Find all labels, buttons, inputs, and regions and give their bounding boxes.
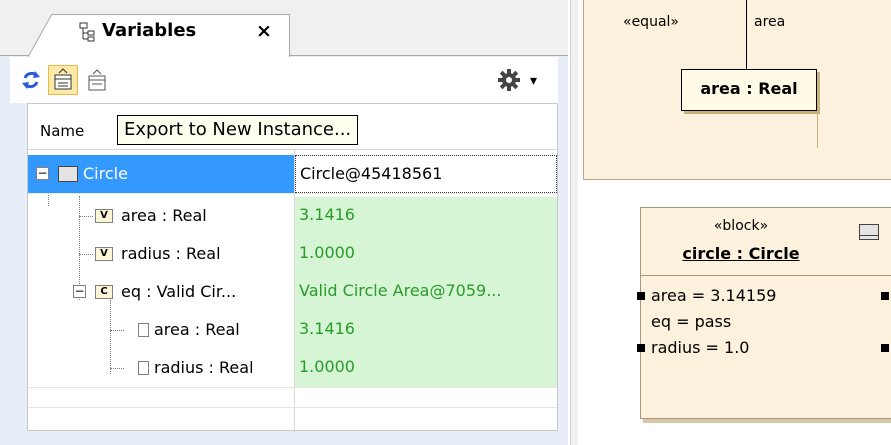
block-icon bbox=[58, 166, 78, 182]
slot-eq[interactable]: eq = pass bbox=[651, 312, 731, 331]
table-row[interactable]: radius : Real 1.0000 bbox=[28, 349, 557, 387]
tab-edge bbox=[28, 14, 53, 57]
variables-table: Name Export to New Instance... − Circle … bbox=[27, 103, 558, 432]
gear-icon[interactable] bbox=[494, 65, 524, 95]
block-icon bbox=[859, 224, 879, 240]
row-value: Circle@45418561 bbox=[295, 155, 557, 193]
connector-stereotype: «equal» bbox=[623, 14, 679, 30]
table-header: Name Export to New Instance... bbox=[28, 104, 557, 150]
export-icon[interactable] bbox=[82, 65, 112, 95]
row-value: 3.1416 bbox=[295, 311, 557, 349]
connector-label: area bbox=[754, 14, 786, 30]
row-name: area : Real bbox=[121, 206, 207, 225]
refresh-icon[interactable] bbox=[16, 65, 46, 95]
collapse-icon[interactable]: − bbox=[73, 285, 86, 298]
table-row[interactable]: − Circle Circle@45418561 bbox=[28, 155, 557, 193]
row-name: area : Real bbox=[154, 320, 240, 339]
part-area[interactable]: area : Real bbox=[681, 69, 817, 111]
tab-strip: Variables × bbox=[0, 0, 568, 57]
constraint-parameter-icon bbox=[138, 323, 149, 337]
tooltip: Export to New Instance... bbox=[117, 115, 359, 145]
row-value: 3.1416 bbox=[295, 197, 557, 235]
panel-splitter[interactable] bbox=[570, 0, 578, 445]
table-row[interactable]: V radius : Real 1.0000 bbox=[28, 235, 557, 273]
port[interactable] bbox=[881, 344, 889, 352]
block-stereotype: «block» bbox=[713, 218, 769, 234]
toolbar: ▾ bbox=[10, 57, 558, 103]
port[interactable] bbox=[881, 292, 889, 300]
row-name: eq : Valid Cir... bbox=[121, 282, 237, 301]
row-divider bbox=[28, 407, 557, 408]
close-icon[interactable]: × bbox=[256, 21, 272, 41]
port[interactable] bbox=[637, 344, 645, 352]
constraint-parameter-icon bbox=[138, 361, 149, 375]
column-header-name[interactable]: Name bbox=[40, 122, 84, 140]
constraint-property-icon: C bbox=[95, 285, 113, 299]
chevron-down-icon[interactable]: ▾ bbox=[530, 73, 546, 103]
table-row[interactable]: area : Real 3.1416 bbox=[28, 311, 557, 349]
slot-radius[interactable]: radius = 1.0 bbox=[651, 338, 749, 357]
value-property-icon: V bbox=[95, 209, 113, 223]
export-instance-icon[interactable] bbox=[48, 65, 78, 95]
row-name: radius : Real bbox=[154, 358, 254, 377]
connector-line[interactable] bbox=[746, 0, 747, 70]
slot-area[interactable]: area = 3.14159 bbox=[651, 286, 776, 305]
row-value: Valid Circle Area@7059... bbox=[295, 273, 557, 311]
table-row[interactable]: − C eq : Valid Cir... Valid Circle Area@… bbox=[28, 273, 557, 311]
block-circle[interactable]: «block» circle : Circle area = 3.14159 e… bbox=[637, 207, 891, 419]
row-value: 1.0000 bbox=[295, 349, 557, 387]
row-value: 1.0000 bbox=[295, 235, 557, 273]
row-name: Circle bbox=[83, 164, 128, 183]
variables-icon bbox=[79, 22, 95, 42]
row-divider bbox=[28, 387, 557, 388]
collapse-icon[interactable]: − bbox=[36, 167, 49, 180]
port[interactable] bbox=[637, 292, 645, 300]
table-row[interactable]: V area : Real 3.1416 bbox=[28, 197, 557, 235]
row-divider bbox=[28, 193, 557, 194]
shadow-line bbox=[817, 110, 818, 148]
value-property-icon: V bbox=[95, 247, 113, 261]
tab-title: Variables bbox=[102, 20, 197, 41]
compartment-divider bbox=[641, 275, 891, 276]
variables-panel: Variables × ▾ Name Export to New Instanc… bbox=[0, 0, 568, 445]
block-title: circle : Circle bbox=[682, 244, 800, 263]
row-name: radius : Real bbox=[121, 244, 221, 263]
